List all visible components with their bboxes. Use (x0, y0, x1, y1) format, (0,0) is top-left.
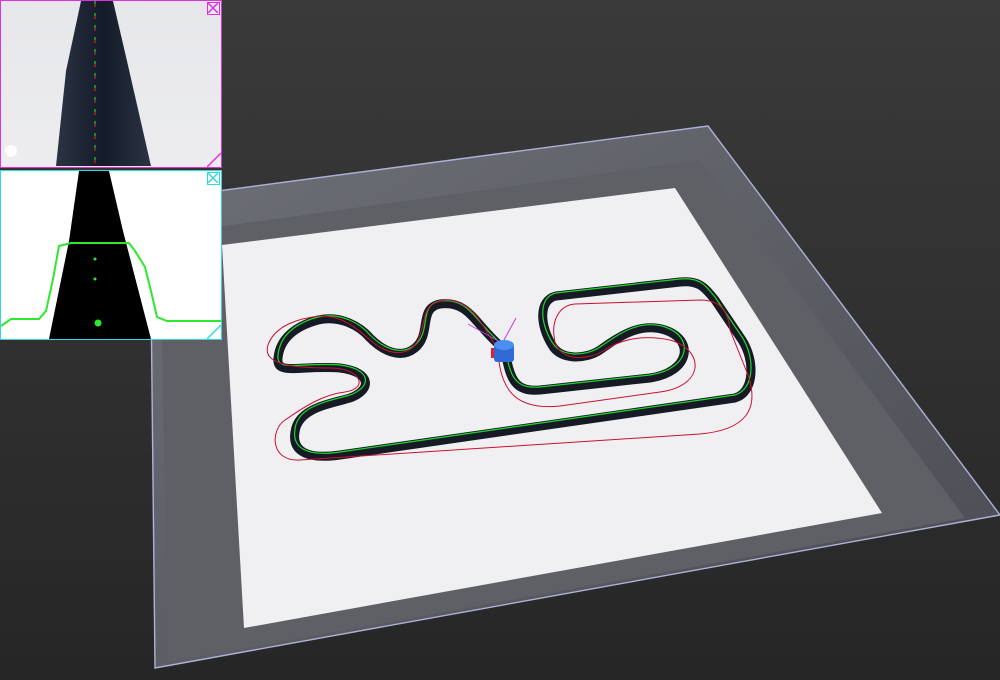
camera-glare (5, 145, 17, 157)
threshold-point (93, 277, 97, 281)
threshold-view-panel[interactable] (0, 170, 222, 340)
threshold-point (93, 257, 97, 261)
close-x-icon (208, 3, 218, 13)
camera-panel-close-button[interactable] (207, 2, 220, 15)
threshold-centroid (94, 319, 102, 327)
camera-image (1, 1, 221, 167)
resize-corner-icon (207, 153, 221, 167)
resize-corner-icon (207, 325, 221, 339)
threshold-image (1, 171, 221, 339)
camera-view-panel[interactable] (0, 0, 222, 168)
close-x-icon (208, 173, 218, 183)
robot-top (494, 340, 514, 350)
camera-panel-resize-handle[interactable] (207, 153, 221, 167)
threshold-panel-resize-handle[interactable] (207, 325, 221, 339)
threshold-panel-close-button[interactable] (207, 172, 220, 185)
